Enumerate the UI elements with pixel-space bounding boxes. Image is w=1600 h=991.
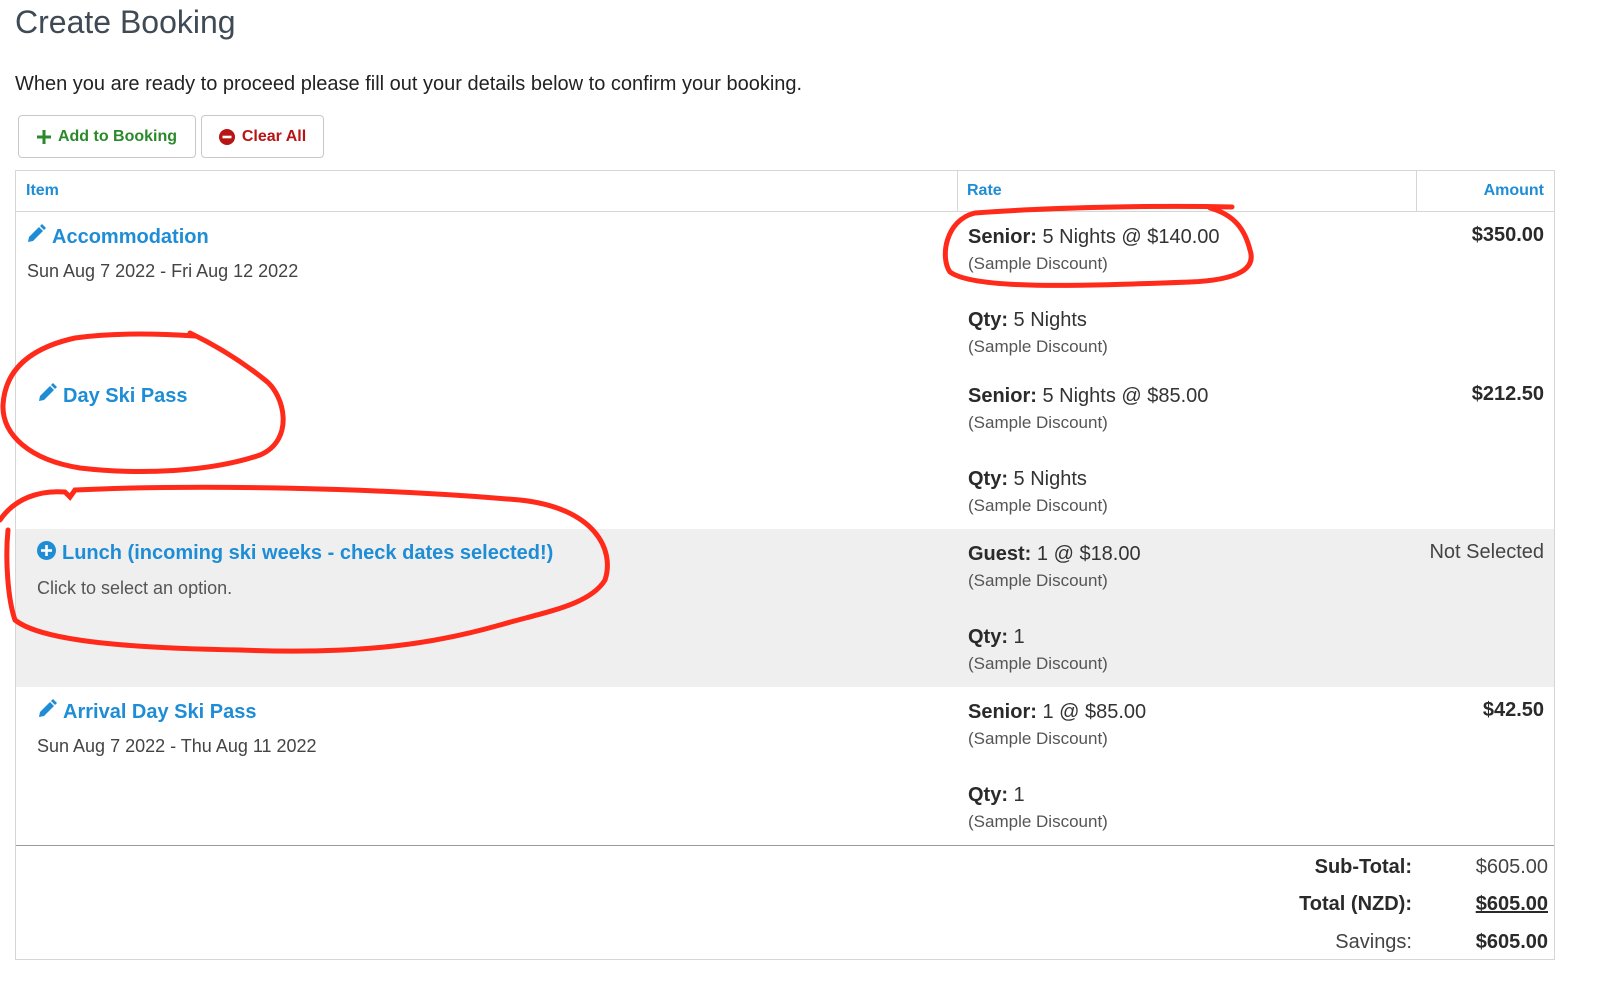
- column-header-rate: Rate: [967, 182, 1002, 199]
- qty-value: 1: [1008, 626, 1025, 648]
- table-row: Accommodation Sun Aug 7 2022 - Fri Aug 1…: [16, 212, 1554, 371]
- qty-label: Qty:: [968, 309, 1008, 331]
- total-label: Total (NZD):: [1299, 893, 1412, 915]
- rate-value: 5 Nights @ $85.00: [1036, 385, 1209, 407]
- qty-note: (Sample Discount): [968, 654, 1108, 673]
- table-row[interactable]: Lunch (incoming ski weeks - check dates …: [16, 529, 1554, 687]
- qty-note: (Sample Discount): [968, 812, 1108, 831]
- qty-detail: Qty: 5 Nights (Sample Discount): [968, 466, 1108, 520]
- column-header-item: Item: [26, 182, 59, 199]
- item-link-accommodation[interactable]: Accommodation: [26, 224, 209, 250]
- qty-label: Qty:: [968, 784, 1008, 806]
- table-row: Day Ski Pass Senior: 5 Nights @ $85.00 (…: [16, 371, 1554, 529]
- row-amount: $350.00: [1471, 224, 1544, 246]
- intro-text: When you are ready to proceed please fil…: [15, 73, 803, 95]
- item-title: Arrival Day Ski Pass: [63, 700, 257, 723]
- rate-value: 1 @ $18.00: [1031, 543, 1141, 565]
- column-divider: [957, 171, 958, 211]
- pencil-icon: [26, 224, 46, 250]
- subtotal-value: $605.00: [1475, 856, 1548, 878]
- item-link-lunch[interactable]: Lunch (incoming ski weeks - check dates …: [37, 541, 553, 566]
- rate-value: 1 @ $85.00: [1036, 701, 1147, 723]
- item-dates: Sun Aug 7 2022 - Thu Aug 11 2022: [37, 736, 317, 756]
- totals-section: Sub-Total: $605.00 Total (NZD): $605.00 …: [16, 845, 1554, 961]
- minus-circle-icon: [218, 128, 235, 145]
- qty-detail: Qty: 5 Nights (Sample Discount): [968, 307, 1108, 361]
- rate-note: (Sample Discount): [968, 413, 1108, 432]
- qty-value: 5 Nights: [1008, 309, 1087, 331]
- savings-label: Savings:: [1335, 931, 1412, 953]
- item-hint: Click to select an option.: [37, 578, 233, 598]
- total-value: $605.00: [1475, 893, 1548, 915]
- item-link-arrival-day-ski-pass[interactable]: Arrival Day Ski Pass: [37, 699, 256, 725]
- rate-detail: Guest: 1 @ $18.00 (Sample Discount): [968, 541, 1141, 595]
- savings-value: $605.00: [1475, 931, 1548, 953]
- rate-detail: Senior: 5 Nights @ $85.00 (Sample Discou…: [968, 383, 1208, 437]
- rate-type-label: Senior:: [968, 226, 1037, 248]
- rate-type-label: Senior:: [968, 701, 1037, 723]
- item-title: Lunch (incoming ski weeks - check dates …: [62, 542, 554, 564]
- rate-detail: Senior: 1 @ $85.00 (Sample Discount): [968, 699, 1146, 753]
- qty-detail: Qty: 1 (Sample Discount): [968, 624, 1108, 678]
- item-title: Accommodation: [52, 225, 209, 248]
- clear-all-label: Clear All: [241, 127, 307, 145]
- item-link-day-ski-pass[interactable]: Day Ski Pass: [37, 383, 188, 409]
- qty-note: (Sample Discount): [968, 337, 1108, 356]
- table-header: Item Rate Amount: [16, 171, 1554, 212]
- add-to-booking-button[interactable]: Add to Booking: [18, 115, 196, 158]
- rate-note: (Sample Discount): [968, 729, 1108, 748]
- qty-value: 5 Nights: [1008, 468, 1087, 490]
- rate-type-label: Guest:: [968, 543, 1032, 565]
- qty-note: (Sample Discount): [968, 496, 1108, 515]
- qty-label: Qty:: [968, 626, 1008, 648]
- clear-all-button[interactable]: Clear All: [201, 115, 324, 158]
- column-divider: [1416, 171, 1417, 211]
- add-to-booking-label: Add to Booking: [57, 127, 178, 145]
- booking-table: Item Rate Amount Accommodation Sun Aug 7…: [15, 170, 1555, 960]
- item-title: Day Ski Pass: [63, 384, 188, 407]
- plus-icon: [36, 129, 51, 144]
- rate-note: (Sample Discount): [968, 254, 1108, 273]
- row-amount: $42.50: [1482, 699, 1544, 721]
- rate-value: 5 Nights @ $140.00: [1036, 226, 1220, 248]
- page-title: Create Booking: [15, 4, 236, 40]
- column-header-amount: Amount: [1483, 182, 1544, 199]
- qty-value: 1: [1008, 784, 1025, 806]
- rate-note: (Sample Discount): [968, 571, 1108, 590]
- subtotal-label: Sub-Total:: [1314, 856, 1412, 878]
- plus-circle-icon: [37, 541, 56, 566]
- row-amount-status: Not Selected: [1429, 541, 1544, 563]
- pencil-icon: [37, 699, 57, 725]
- row-amount: $212.50: [1471, 383, 1544, 405]
- item-dates: Sun Aug 7 2022 - Fri Aug 12 2022: [27, 261, 299, 281]
- table-row: Arrival Day Ski Pass Sun Aug 7 2022 - Th…: [16, 687, 1554, 845]
- qty-label: Qty:: [968, 468, 1008, 490]
- rate-type-label: Senior:: [968, 385, 1037, 407]
- rate-detail: Senior: 5 Nights @ $140.00 (Sample Disco…: [968, 224, 1220, 278]
- qty-detail: Qty: 1 (Sample Discount): [968, 782, 1108, 836]
- pencil-icon: [37, 383, 57, 409]
